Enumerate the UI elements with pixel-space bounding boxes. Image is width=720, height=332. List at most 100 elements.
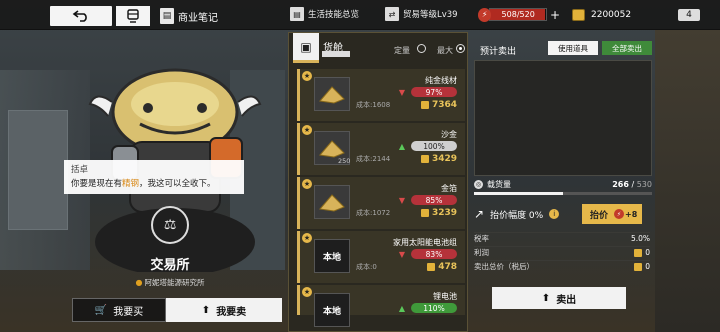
summary-label: 卖出总价（税后） [474,262,534,271]
item-price-pct: 100% [411,141,457,151]
cargo-item[interactable]: ★ 本地 家用太阳能电池组 ▼ 83% 成本:0 478 [297,231,465,283]
sell-box-icon: ⬆ [541,292,551,304]
item-name: 金箔 [441,184,457,193]
load-label: 载货量 [487,179,511,189]
tab-buy[interactable]: 🛒 我要买 [72,298,166,322]
item-name: 家用太阳能电池组 [393,238,457,247]
price-value: 3239 [431,208,457,218]
cargo-box-icon: ▣ [293,33,319,63]
load-icon: ◎ [474,179,483,189]
cargo-item[interactable]: ★ 金箔 ▼ 85% 成本:1072 3239 [297,177,465,229]
coin-icon [427,263,436,271]
item-cost: 成本:0 [356,262,377,272]
coin-icon [420,101,429,109]
sell-button[interactable]: ⬆ 卖出 [492,287,626,309]
trend-up-icon: ↗ [474,207,485,221]
item-name: 沙金 [441,130,457,139]
stamina-add-button[interactable]: + [550,8,560,22]
use-item-button[interactable]: 使用道具 [548,41,598,55]
cargo-item[interactable]: ★ 本地 锂电池 ▲ 110% [297,285,465,327]
cargo-item[interactable]: ★ 纯金线材 ▼ 97% 成本:1608 7364 [297,69,465,121]
back-arrow-icon [72,10,87,22]
cart-icon: 🛒 [94,304,108,316]
item-cost: 成本:1072 [356,208,390,218]
raise-label: 抬价幅度 0% [490,210,544,221]
train-icon [127,9,139,23]
trend-arrow-icon: ▲ [398,304,405,313]
sell-box-icon: ⬆ [201,304,211,316]
info-icon[interactable]: i [549,209,560,219]
location-pin-icon: ● [135,278,143,287]
summary-label: 税率 [474,234,489,243]
price-raise-row: ↗ 抬价幅度 0% i 抬价 ⚡ +8 [474,203,652,225]
qty-fixed-radio[interactable] [417,44,426,53]
trade-level-button[interactable]: ⇄ 贸易等级Lv39 [385,7,458,21]
raise-price-button[interactable]: 抬价 ⚡ +8 [582,204,642,224]
load-row: ◎ 载货量 266 / 530 [474,179,652,189]
coin-icon [572,8,585,21]
raise-cost: ⚡ +8 [614,209,637,219]
load-current: 266 [612,179,629,189]
cost-prefix: 成本: [356,209,373,217]
sell-list-area [474,60,652,176]
load-bar [474,192,652,195]
npc-message: 你要是现在有精钢，我这可以全收下。 [71,177,237,189]
raise-price-label: 抬价 [590,210,609,221]
stamina-meter: ⚡ 508/520 + [478,7,560,22]
bg-control-panel [8,110,68,230]
summary-value: 0 [634,248,650,257]
coin-icon [420,155,429,163]
star-icon: ★ [302,287,312,297]
item-price: 7364 [420,100,457,110]
item-price: 3239 [420,208,457,218]
notification-badge[interactable]: 4 [678,9,700,21]
station-title: 交易所 [150,258,190,273]
bg-right-wall [655,30,720,332]
summary-value: 5.0% [631,234,650,243]
back-button[interactable] [50,6,112,26]
item-thumb-icon [319,194,345,212]
star-icon: ★ [302,179,312,189]
notebook-button[interactable]: ▤ 商业笔记 [160,6,218,26]
skill-overview-button[interactable]: ▤ 生活技能总览 [290,7,359,21]
trend-arrow-icon: ▲ [398,142,405,151]
sell-panel: 预计卖出 使用道具 全部卖出 ◎ 载货量 266 / 530 ↗ 抬价幅度 0%… [472,36,655,332]
station-location-text: 阿妮塔能源研究所 [144,278,205,287]
tab-sell[interactable]: ⬆ 我要卖 [166,298,282,322]
coin-icon [634,262,643,271]
item-price: 478 [427,262,457,272]
trend-arrow-icon: ▼ [398,196,405,205]
train-button[interactable] [116,6,150,26]
cost-prefix: 成本: [356,101,373,109]
tab-sell-label: 我要卖 [216,306,247,318]
skill-label: 生活技能总览 [308,10,360,20]
summary-row: 卖出总价（税后） 0 [474,260,650,272]
trade-level-label: 贸易等级Lv39 [403,10,458,20]
item-thumb-icon [319,86,345,104]
coin-value: 2200052 [591,9,632,20]
qty-max-label: 最大 [437,46,453,55]
qty-max-radio[interactable] [456,44,465,53]
item-price-pct: 97% [411,87,457,97]
stamina-text: 508/520 [501,10,535,19]
station-info: ⚖ 交易所 ● 阿妮塔能源研究所 [110,206,230,287]
load-max: 530 [636,179,652,189]
stamina-cost-icon: ⚡ [614,209,625,219]
thumb-label: 本地 [322,306,341,317]
item-price-pct: 83% [411,249,457,259]
cargo-item[interactable]: ★ 250 沙金 ▲ 100% 成本:2144 3429 [297,123,465,175]
stamina-icon: ⚡ [478,7,492,22]
load-value: 266 / 530 [612,179,652,189]
sell-all-button[interactable]: 全部卖出 [602,41,652,55]
notebook-icon: ▤ [160,8,174,24]
trend-arrow-icon: ▼ [398,250,405,259]
item-thumb-icon [319,140,345,158]
thumb-label: 本地 [322,252,341,263]
summary-value-text: 0 [645,262,650,271]
exchange-logo-icon: ⚖ [151,206,189,244]
top-bar: ▤ 商业笔记 ▤ 生活技能总览 ⇄ 贸易等级Lv39 ⚡ 508/520 + 2… [0,0,720,30]
cost-value: 1608 [372,101,391,109]
item-thumb [314,77,350,111]
summary-value: 0 [634,262,650,271]
item-name: 锂电池 [433,292,457,301]
